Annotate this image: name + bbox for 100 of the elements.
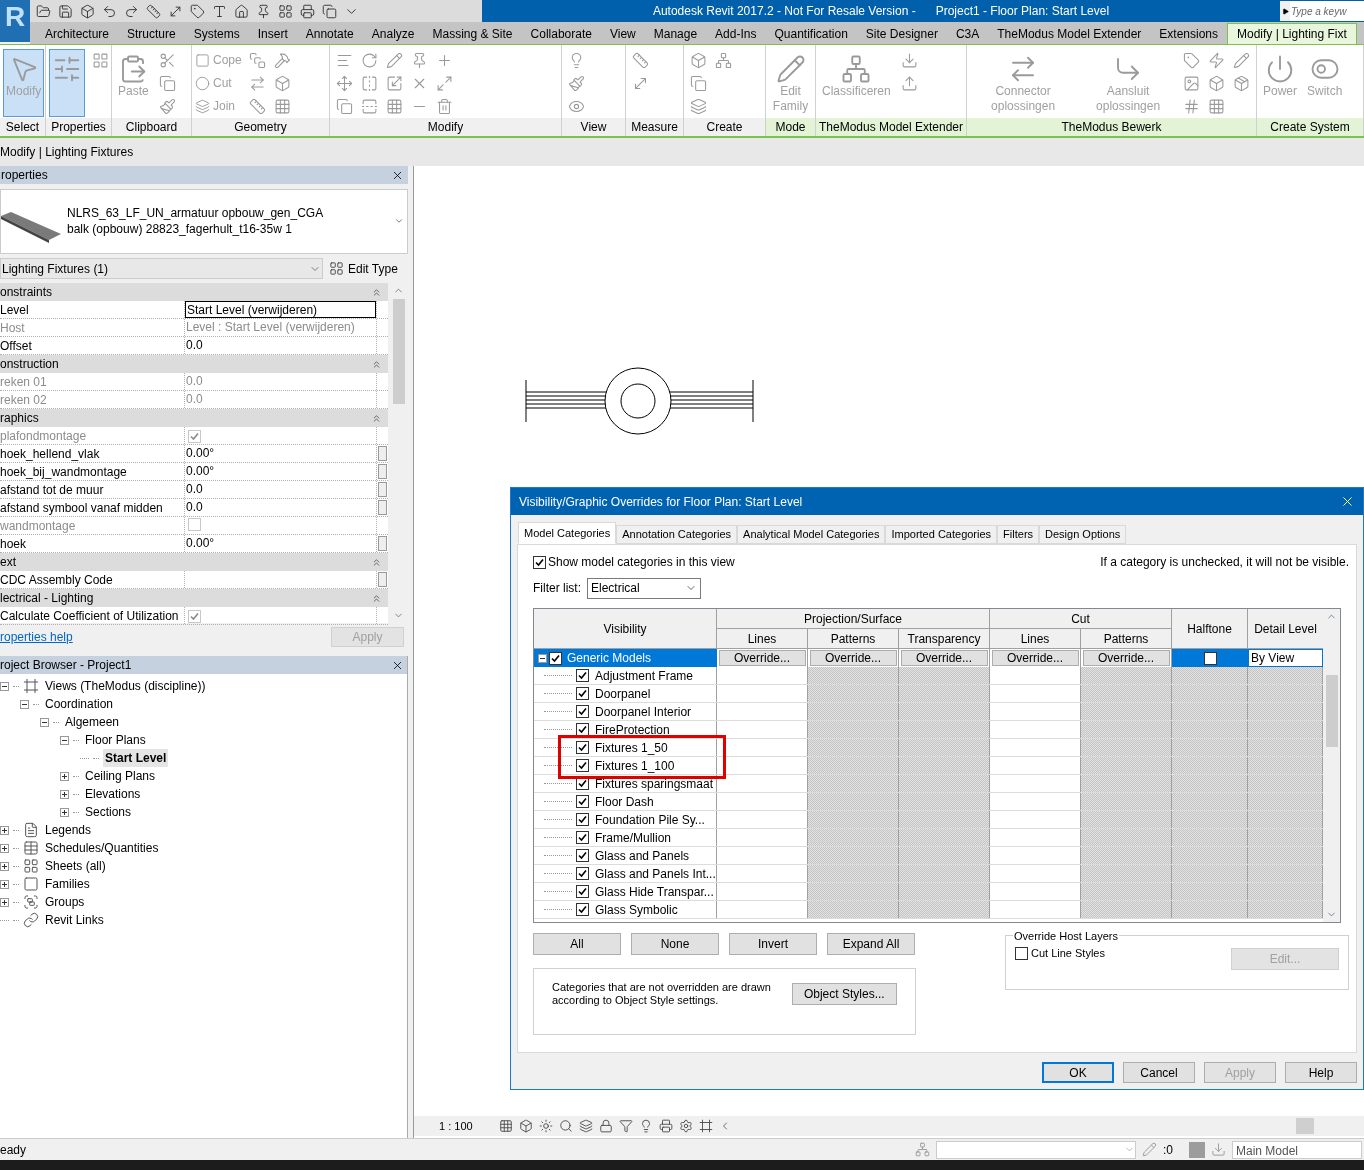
redo-icon[interactable]	[124, 3, 139, 19]
checkbox[interactable]	[576, 867, 589, 880]
collapse-toggle[interactable]	[40, 717, 49, 727]
expand-toggle[interactable]	[0, 897, 9, 907]
pin-icon[interactable]	[411, 52, 428, 69]
lock-icon[interactable]	[598, 1119, 613, 1133]
dialog-button[interactable]: OK	[1042, 1062, 1114, 1083]
ribbon-tool[interactable]	[49, 49, 85, 117]
collapse-icon[interactable]	[371, 286, 382, 298]
trash-icon[interactable]	[436, 98, 453, 115]
property-value[interactable]: 0.0	[185, 481, 376, 499]
pencil-icon[interactable]	[1233, 52, 1250, 69]
property-value[interactable]: Start Level (verwijderen)	[185, 301, 376, 319]
associate-parameter-button[interactable]	[378, 536, 387, 552]
collapse-toggle[interactable]	[20, 699, 29, 709]
house-icon[interactable]	[234, 3, 249, 19]
box-icon[interactable]	[518, 1119, 533, 1133]
filter-icon[interactable]	[618, 1119, 633, 1133]
checkbox[interactable]	[576, 813, 589, 826]
stack-icon[interactable]	[248, 52, 266, 69]
ruler-icon[interactable]	[146, 3, 161, 19]
ribbon-tab[interactable]: Structure	[118, 23, 185, 44]
dialog-tab[interactable]: Imported Categories	[885, 525, 998, 544]
collapse-icon[interactable]	[371, 412, 382, 424]
play-icon[interactable]	[1281, 7, 1289, 15]
download-icon[interactable]	[900, 52, 918, 69]
printer-icon[interactable]	[658, 1119, 673, 1133]
lightning-icon[interactable]	[1208, 52, 1225, 69]
ribbon-tab[interactable]: Collaborate	[521, 23, 601, 44]
layers-icon[interactable]	[195, 98, 210, 114]
package-icon[interactable]	[1233, 75, 1250, 92]
checkbox[interactable]	[576, 849, 589, 862]
search-icon[interactable]	[558, 1119, 573, 1133]
hash-icon[interactable]	[1183, 98, 1200, 115]
action-button[interactable]: None	[631, 933, 719, 955]
rotate-icon[interactable]	[361, 52, 378, 69]
override-button[interactable]: Override...	[991, 650, 1079, 666]
layers-icon[interactable]	[690, 98, 707, 115]
expand-toggle[interactable]	[0, 879, 9, 889]
checkbox[interactable]	[549, 651, 562, 665]
grid-icon[interactable]	[386, 98, 403, 115]
checkbox[interactable]	[533, 555, 546, 569]
grid-icon[interactable]	[498, 1119, 513, 1133]
circle-icon[interactable]	[195, 75, 210, 91]
collapse-icon[interactable]	[371, 592, 382, 604]
dialog-tab[interactable]: Model Categories	[518, 522, 617, 544]
tag-icon[interactable]	[1183, 52, 1200, 69]
scale-icon[interactable]	[386, 75, 403, 92]
halftone-checkbox[interactable]	[1203, 651, 1217, 665]
tree-item[interactable]: Elevations	[83, 785, 143, 803]
dialog-tab[interactable]: Analytical Model Categories	[737, 525, 886, 544]
box-icon[interactable]	[80, 3, 95, 19]
grid-icon[interactable]	[278, 3, 293, 19]
brush-icon[interactable]	[568, 75, 585, 92]
undo-icon[interactable]	[102, 3, 117, 19]
copy-icon[interactable]	[158, 75, 176, 92]
power-icon[interactable]	[1265, 54, 1295, 84]
pencil-icon[interactable]	[775, 54, 806, 84]
checkbox[interactable]	[576, 687, 589, 700]
expand-toggle[interactable]	[0, 843, 9, 853]
tree-item[interactable]: Views (TheModus (discipline))	[43, 677, 208, 695]
sun-icon[interactable]	[538, 1119, 553, 1133]
override-button[interactable]: Override...	[1082, 650, 1170, 666]
action-button[interactable]: Expand All	[827, 933, 915, 955]
scroll-thumb[interactable]	[1325, 675, 1338, 747]
expand-toggle[interactable]	[0, 861, 9, 871]
expand-toggle[interactable]	[0, 825, 9, 835]
search-field[interactable]: Type a keyw	[1290, 1, 1364, 21]
property-value[interactable]: 0.00°	[185, 535, 376, 553]
tree-item[interactable]: Revit Links	[43, 911, 106, 929]
tree-item[interactable]: Groups	[43, 893, 87, 911]
associate-parameter-button[interactable]	[378, 464, 387, 480]
tree-item[interactable]: Schedules/Quantities	[43, 839, 161, 857]
checkbox[interactable]	[576, 831, 589, 844]
scissors-icon[interactable]	[158, 52, 176, 69]
copy-icon[interactable]	[322, 3, 337, 19]
property-value[interactable]: 0.0	[185, 337, 376, 355]
ribbon-tab[interactable]: Manage	[644, 23, 707, 44]
text-icon[interactable]	[212, 3, 227, 19]
override-button[interactable]: Override...	[900, 650, 988, 666]
associate-parameter-button[interactable]	[378, 482, 387, 498]
diagonal-arrow-icon[interactable]	[168, 3, 183, 19]
copy-icon[interactable]	[690, 75, 707, 92]
square-icon[interactable]	[195, 52, 210, 68]
save-icon[interactable]	[58, 3, 73, 19]
mirror-icon[interactable]	[361, 98, 378, 115]
collapse-toggle[interactable]	[60, 735, 69, 745]
pin-icon[interactable]	[256, 3, 271, 19]
property-value[interactable]: 0.0	[185, 499, 376, 517]
edit-type-button[interactable]: Edit Type	[329, 259, 398, 278]
property-value[interactable]: 0.00°	[185, 445, 376, 463]
sliders-icon[interactable]	[52, 54, 82, 84]
collapse-toggle[interactable]	[0, 681, 9, 691]
scroll-thumb[interactable]	[1296, 1118, 1314, 1134]
tree-item[interactable]: Families	[43, 875, 92, 893]
ribbon-tab[interactable]: Annotate	[296, 23, 363, 44]
tree-item[interactable]: Algemeen	[63, 713, 122, 731]
checkbox[interactable]	[1015, 946, 1028, 960]
dialog-tab[interactable]: Annotation Categories	[616, 525, 738, 544]
grid-icon[interactable]	[273, 98, 291, 115]
